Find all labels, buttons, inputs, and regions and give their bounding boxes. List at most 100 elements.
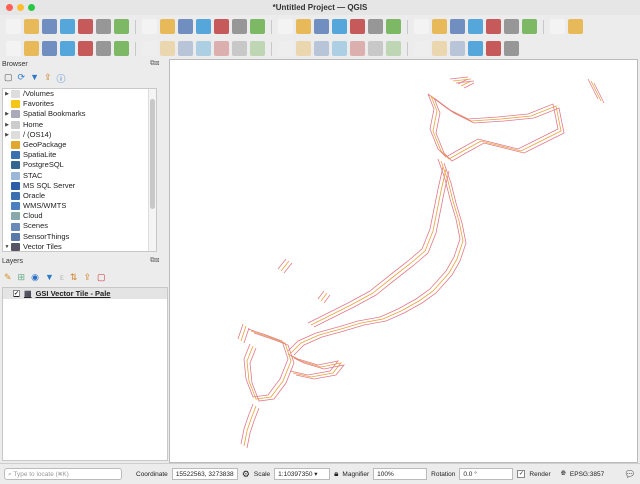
redo-icon[interactable]: [332, 41, 347, 56]
browser-item[interactable]: Oracle: [3, 191, 156, 201]
add-group-icon[interactable]: ⊞: [18, 272, 26, 283]
select-features-icon[interactable]: [432, 19, 447, 34]
collapse-all-icon[interactable]: ⇪: [44, 72, 52, 85]
visibility-icon[interactable]: ◉: [31, 272, 39, 283]
select-by-value-icon[interactable]: [468, 19, 483, 34]
browser-item[interactable]: STAC: [3, 171, 156, 181]
show-bookmarks-icon[interactable]: [368, 19, 383, 34]
browser-item[interactable]: ▼ Vector Tiles: [3, 242, 156, 252]
crs-globe-icon[interactable]: 🌐︎: [561, 470, 566, 478]
save-project-icon[interactable]: [42, 19, 57, 34]
browser-item[interactable]: ▶ Home: [3, 120, 156, 130]
open-project-icon[interactable]: [24, 19, 39, 34]
info-icon[interactable]: ⓘ: [57, 72, 66, 85]
expand-arrow-icon[interactable]: ▼: [3, 242, 11, 252]
attribute-table-icon[interactable]: [522, 19, 537, 34]
select-location-icon[interactable]: [486, 19, 501, 34]
expand-arrow-icon[interactable]: ▶: [3, 130, 11, 140]
collapse-all-layers-icon[interactable]: ⇪: [83, 272, 91, 283]
toggle-extents-icon[interactable]: ⚙: [242, 469, 250, 480]
browser-item[interactable]: Cloud: [3, 211, 156, 221]
zoom-out-icon[interactable]: [178, 19, 193, 34]
browser-item[interactable]: SensorThings: [3, 232, 156, 242]
zoom-next-icon[interactable]: [296, 19, 311, 34]
layers-panel-close-icon[interactable]: ⧉⊠: [150, 257, 159, 265]
deselect-icon[interactable]: [450, 19, 465, 34]
coordinate-field[interactable]: 15522563, 3273838: [171, 468, 238, 480]
undo-icon[interactable]: [314, 41, 329, 56]
browser-item[interactable]: MS SQL Server: [3, 181, 156, 191]
highlight-labels-icon[interactable]: [414, 41, 429, 56]
move-label-icon[interactable]: [432, 41, 447, 56]
paste-icon[interactable]: [296, 41, 311, 56]
cut-icon[interactable]: [250, 41, 265, 56]
save-edits-icon[interactable]: [178, 41, 193, 56]
vertex-tool-icon[interactable]: [214, 41, 229, 56]
locate-search-input[interactable]: ⌕ Type to locate (⌘K): [4, 468, 122, 480]
crs-button[interactable]: EPSG:3857: [570, 471, 604, 478]
browser-item[interactable]: ▶ / (OS14): [3, 130, 156, 140]
new-geopackage-layer-icon[interactable]: [24, 41, 39, 56]
pan-to-selection-icon[interactable]: [142, 19, 157, 34]
zoom-last-icon[interactable]: [278, 19, 293, 34]
render-checkbox[interactable]: ✓: [517, 470, 526, 478]
browser-item[interactable]: Favorites: [3, 99, 156, 109]
toggle-editing-icon[interactable]: [160, 41, 175, 56]
style-icon[interactable]: ✎: [4, 272, 12, 283]
browser-item[interactable]: WMS/WMTS: [3, 201, 156, 211]
browser-item[interactable]: ▶ Spatial Bookmarks: [3, 109, 156, 119]
magnifier-field[interactable]: 100%: [373, 468, 428, 480]
data-source-manager-icon[interactable]: [6, 41, 21, 56]
delete-selected-icon[interactable]: [232, 41, 247, 56]
python-console-icon[interactable]: [486, 41, 501, 56]
zoom-in-icon[interactable]: [160, 19, 175, 34]
browser-item[interactable]: Scenes: [3, 221, 156, 231]
messages-icon[interactable]: 💬︎: [624, 469, 635, 480]
lock-scale-icon[interactable]: 🔒︎: [334, 469, 338, 479]
filter-icon[interactable]: ▼: [30, 72, 39, 85]
browser-item[interactable]: ▶/Volumes: [3, 89, 156, 99]
refresh-icon[interactable]: ⟳: [18, 72, 26, 85]
new-project-icon[interactable]: [6, 19, 21, 34]
copy-icon[interactable]: [278, 41, 293, 56]
new-map-view-icon[interactable]: [314, 19, 329, 34]
expand-arrow-icon[interactable]: ▶: [3, 120, 11, 130]
browser-item[interactable]: PostgreSQL: [3, 160, 156, 170]
new-mesh-icon[interactable]: [114, 41, 129, 56]
new-bookmark-icon[interactable]: [350, 19, 365, 34]
expression-filter-icon[interactable]: ε: [60, 272, 64, 283]
filter-legend-icon[interactable]: ▼: [45, 272, 54, 283]
add-selected-icon[interactable]: ▢: [4, 72, 13, 85]
layer-visibility-checkbox[interactable]: ✓: [13, 290, 20, 297]
refresh-icon[interactable]: [414, 19, 429, 34]
layer-item[interactable]: ✓ ▦ GSI Vector Tile - Pale: [3, 288, 167, 299]
new-3d-view-icon[interactable]: [332, 19, 347, 34]
pin-labels-icon[interactable]: [368, 41, 383, 56]
add-feature-icon[interactable]: [196, 41, 211, 56]
print-layout-icon[interactable]: [78, 19, 93, 34]
new-shapefile-icon[interactable]: [42, 41, 57, 56]
processing-toolbox-icon[interactable]: [550, 19, 565, 34]
browser-scrollbar[interactable]: [148, 89, 156, 251]
quickosm-icon[interactable]: [468, 41, 483, 56]
zoom-to-layer-icon[interactable]: [232, 19, 247, 34]
statistics-icon[interactable]: [568, 19, 583, 34]
temporal-controller-icon[interactable]: [386, 19, 401, 34]
remove-layer-icon[interactable]: ▢: [97, 272, 106, 283]
style-manager-icon[interactable]: [96, 19, 111, 34]
browser-item[interactable]: GeoPackage: [3, 140, 156, 150]
new-temp-scratch-icon[interactable]: [96, 41, 111, 56]
label-tool-icon[interactable]: [350, 41, 365, 56]
zoom-full-icon[interactable]: [196, 19, 211, 34]
expand-all-icon[interactable]: ⇅: [70, 272, 78, 283]
zoom-to-selection-icon[interactable]: [214, 19, 229, 34]
digitize-icon[interactable]: [142, 41, 157, 56]
close-window-button[interactable]: [6, 4, 13, 11]
scale-field[interactable]: 1:10397350 ▾: [274, 468, 331, 480]
rotate-label-icon[interactable]: [450, 41, 465, 56]
expand-arrow-icon[interactable]: ▶: [3, 109, 11, 119]
pan-icon[interactable]: [114, 19, 129, 34]
maximize-window-button[interactable]: [28, 4, 35, 11]
new-spatialite-icon[interactable]: [60, 41, 75, 56]
zoom-native-icon[interactable]: [250, 19, 265, 34]
